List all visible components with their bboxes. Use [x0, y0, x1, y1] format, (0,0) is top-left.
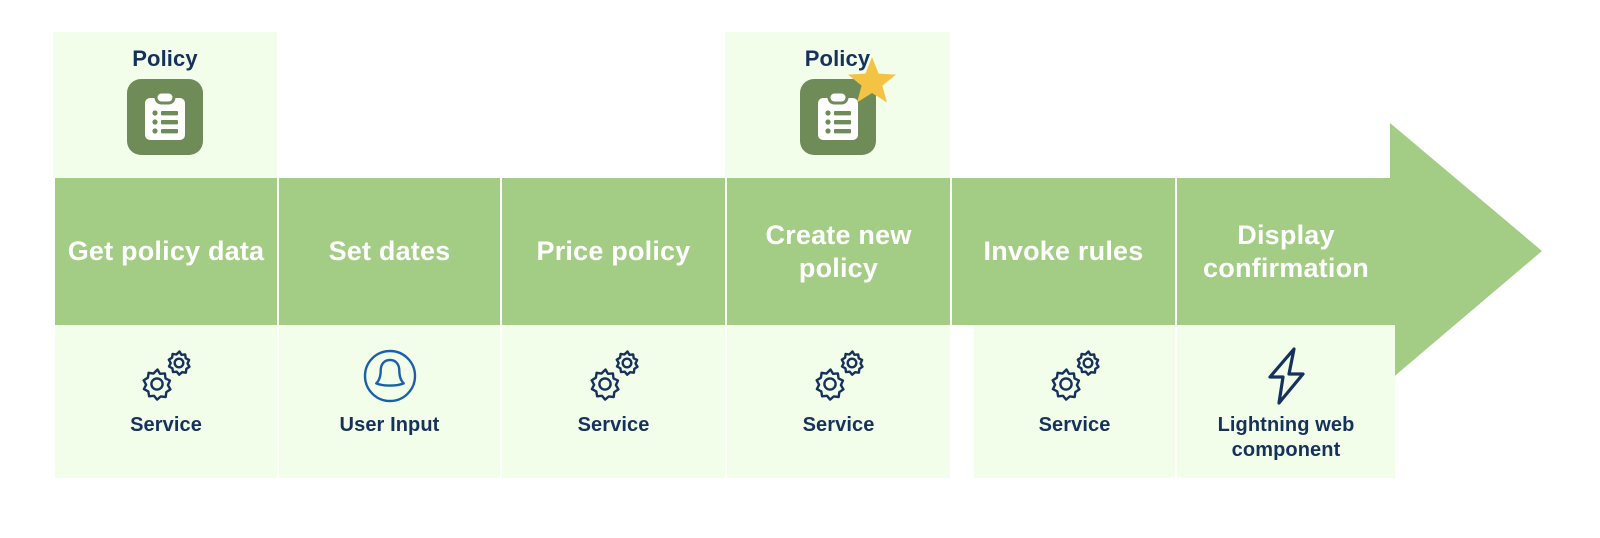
step-bottom-zone: Service [725, 325, 950, 478]
step-band-cell[interactable]: Price policy [500, 178, 725, 325]
step-label: Create new policy [765, 220, 912, 283]
step-column-invoke-rules[interactable]: Invoke rules Service [950, 0, 1175, 538]
clipboard-policy-icon-wrapper [127, 79, 203, 155]
step-type-label: Service [577, 414, 650, 436]
step-type-label: Service [802, 414, 875, 436]
step-band-cell[interactable]: Get policy data [53, 178, 277, 325]
step-bottom-zone: User Input [277, 325, 500, 478]
star-new-badge-icon [846, 55, 898, 107]
top-caption-label: Policy [132, 46, 198, 71]
step-top-zone [950, 32, 1175, 178]
step-bottom-zone: Service [500, 325, 725, 478]
step-band-cell[interactable]: Create new policy [725, 178, 950, 325]
step-label: Price policy [536, 236, 691, 267]
step-band-cell[interactable]: Display confirmation [1175, 178, 1395, 325]
gears-service-icon [135, 345, 197, 407]
step-column-price-policy[interactable]: Price policy Service [500, 0, 725, 538]
step-top-zone: Policy [725, 32, 950, 178]
step-label: Get policy data [67, 236, 265, 267]
user-input-icon [360, 345, 420, 407]
step-column-get-policy-data[interactable]: Policy Get policy data Service [53, 0, 277, 538]
clipboard-policy-icon-wrapper [799, 57, 896, 155]
lightning-bolt-icon [1264, 345, 1308, 407]
step-bottom-zone: Service [53, 325, 277, 478]
step-label: Set dates [328, 236, 451, 267]
right-arrow-head [1390, 123, 1542, 380]
step-column-set-dates[interactable]: Set dates User Input [277, 0, 500, 538]
step-type-label: Lightning web component [1217, 414, 1355, 461]
step-band-cell[interactable]: Set dates [277, 178, 500, 325]
gears-service-icon [583, 345, 645, 407]
process-flow-diagram: Policy Get policy data Service Set dates… [0, 0, 1600, 538]
step-top-zone [277, 32, 500, 178]
step-column-display-confirmation[interactable]: Display confirmation Lightning web compo… [1175, 0, 1395, 538]
step-bottom-zone: Lightning web component [1175, 325, 1395, 478]
step-column-create-new-policy[interactable]: Policy Create new policy Service [725, 0, 950, 538]
step-bottom-zone: Service [972, 325, 1175, 478]
step-top-zone: Policy [53, 32, 277, 178]
step-type-label: User Input [339, 414, 440, 436]
step-top-zone [500, 32, 725, 178]
gears-service-icon [1044, 345, 1106, 407]
step-label: Invoke rules [983, 236, 1144, 267]
step-label: Display confirmation [1203, 220, 1369, 283]
clipboard-policy-icon [127, 79, 203, 155]
gears-service-icon [808, 345, 870, 407]
step-type-label: Service [1038, 414, 1111, 436]
step-type-label: Service [130, 414, 202, 436]
step-top-zone [1175, 32, 1395, 178]
step-band-cell[interactable]: Invoke rules [950, 178, 1175, 325]
